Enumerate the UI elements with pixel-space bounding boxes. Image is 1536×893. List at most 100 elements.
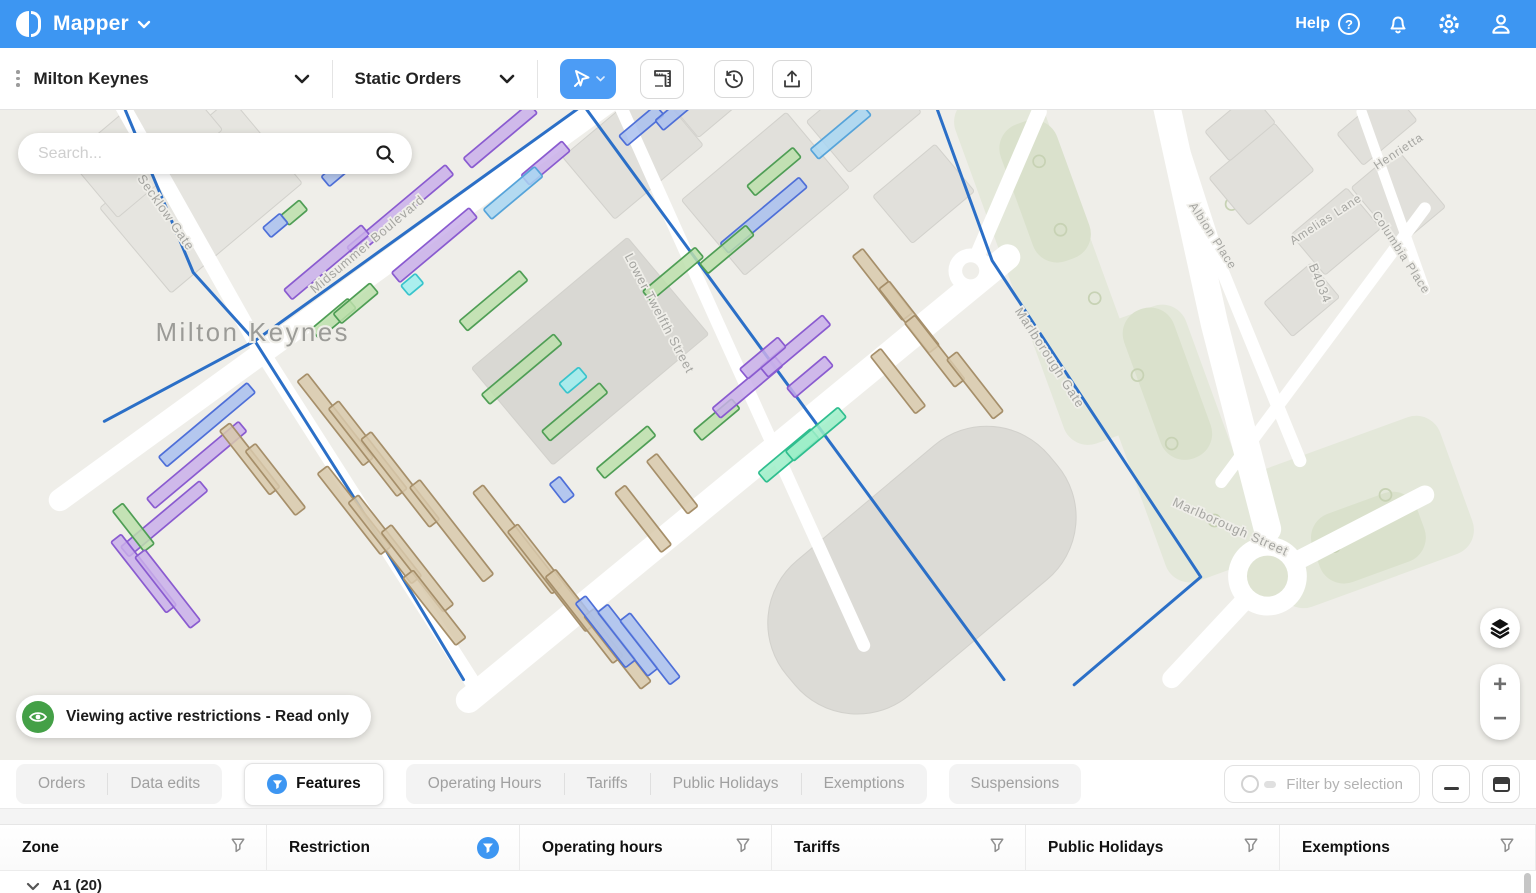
column-header-exemptions[interactable]: Exemptions <box>1280 825 1536 870</box>
restriction-bay <box>596 426 655 479</box>
cursor-icon <box>571 68 593 90</box>
tab-exemptions[interactable]: Exemptions <box>802 764 927 804</box>
select-cursor-tool-button[interactable] <box>560 59 616 99</box>
map-zoom-control: + − <box>1480 664 1520 740</box>
column-label: Public Holidays <box>1048 839 1163 857</box>
region-dropdown[interactable]: Milton Keynes <box>34 69 310 89</box>
export-tool-button[interactable] <box>772 60 812 98</box>
kebab-menu-icon[interactable] <box>16 70 20 87</box>
history-tool-button[interactable] <box>714 60 754 98</box>
zoom-in-button[interactable]: + <box>1493 673 1507 697</box>
column-label: Exemptions <box>1302 839 1390 857</box>
help-question-icon: ? <box>1338 13 1360 35</box>
map-roundabout-island <box>1247 556 1288 597</box>
user-icon[interactable] <box>1488 11 1514 37</box>
tab-label: Tariffs <box>587 775 628 793</box>
filter-funnel-icon[interactable] <box>989 837 1005 858</box>
restriction-bay <box>245 444 305 516</box>
column-label: Zone <box>22 839 59 857</box>
map-toolbar: Milton Keynes Static Orders <box>0 48 1536 110</box>
tool-chevron-down-icon <box>596 76 605 82</box>
funnel-icon <box>267 774 287 794</box>
zone-cell: A1 (20) <box>52 877 102 893</box>
filter-funnel-icon[interactable] <box>230 837 246 858</box>
panel-layout-icon <box>1493 777 1510 792</box>
read-only-status-badge: Viewing active restrictions - Read only <box>16 695 371 738</box>
filter-funnel-icon-active[interactable] <box>477 837 499 859</box>
city-label: Milton Keynes <box>156 319 350 347</box>
column-label: Restriction <box>289 839 370 857</box>
tab-label: Exemptions <box>824 775 905 793</box>
tab-tariffs[interactable]: Tariffs <box>565 764 650 804</box>
tab-data-edits[interactable]: Data edits <box>108 764 222 804</box>
column-header-zone[interactable]: Zone <box>0 825 267 870</box>
bell-icon[interactable] <box>1386 12 1410 36</box>
filter-funnel-icon[interactable] <box>735 837 751 858</box>
column-label: Tariffs <box>794 839 840 857</box>
order-type-chevron-down-icon <box>499 74 515 84</box>
column-label: Operating hours <box>542 839 663 857</box>
help-button[interactable]: Help ? <box>1295 13 1360 35</box>
zoom-out-button[interactable]: − <box>1493 707 1507 731</box>
map-building <box>873 144 975 243</box>
order-type-dropdown[interactable]: Static Orders <box>355 69 515 89</box>
tab-label: Data edits <box>130 775 200 793</box>
top-app-bar: Mapper Help ? <box>0 0 1536 48</box>
tab-label: Public Holidays <box>673 775 779 793</box>
map-roundabout-island <box>962 262 979 279</box>
tab-group: Operating Hours Tariffs Public Holidays Exe… <box>406 764 927 804</box>
tab-label: Features <box>296 775 361 793</box>
filter-by-selection-toggle[interactable]: Filter by selection <box>1224 765 1420 803</box>
restriction-bay <box>647 454 698 514</box>
column-header-tariffs[interactable]: Tariffs <box>772 825 1026 870</box>
mapper-logo-icon[interactable] <box>16 11 43 37</box>
column-header-operating-hours[interactable]: Operating hours <box>520 825 772 870</box>
active-tab-wrap: Features <box>244 763 384 806</box>
tab-suspensions[interactable]: Suspensions <box>949 764 1082 804</box>
expand-panel-button[interactable] <box>1482 765 1520 803</box>
tab-group: Orders Data edits <box>16 764 222 804</box>
restriction-bay <box>549 476 574 503</box>
restriction-bay <box>135 550 200 629</box>
filter-funnel-icon[interactable] <box>1499 837 1515 858</box>
toggle-track <box>1264 781 1276 788</box>
history-clock-icon <box>723 68 745 90</box>
column-header-restriction[interactable]: Restriction <box>267 825 520 870</box>
region-dropdown-label: Milton Keynes <box>34 69 149 89</box>
help-label: Help <box>1295 15 1330 33</box>
minimize-panel-button[interactable] <box>1432 765 1470 803</box>
gear-icon[interactable] <box>1436 11 1462 37</box>
layers-icon <box>1488 616 1512 640</box>
map-canvas: Milton KeynesSecklow GateMidsummer Boule… <box>0 110 1536 760</box>
export-upload-icon <box>781 68 803 90</box>
tab-features[interactable]: Features <box>244 763 384 806</box>
filter-toggle-label: Filter by selection <box>1286 776 1403 793</box>
row-expander-chevron-icon[interactable] <box>26 882 40 891</box>
tab-label: Suspensions <box>971 775 1060 793</box>
tab-public-holidays[interactable]: Public Holidays <box>651 764 801 804</box>
brand-chevron-down-icon[interactable] <box>137 20 151 29</box>
restriction-bay <box>459 271 528 331</box>
panel-tab-bar: Orders Data edits Features Operating Hours T… <box>0 760 1536 808</box>
tab-label: Operating Hours <box>428 775 542 793</box>
toggle-knob <box>1241 775 1259 793</box>
eye-icon <box>22 701 54 733</box>
map-layers-button[interactable] <box>1480 608 1520 648</box>
ruler-icon <box>650 67 674 91</box>
tab-orders[interactable]: Orders <box>16 764 107 804</box>
table-row[interactable]: A1 (20) <box>0 871 1536 893</box>
map-search-bar[interactable] <box>18 133 412 174</box>
search-icon[interactable] <box>374 143 396 165</box>
tab-operating-hours[interactable]: Operating Hours <box>406 764 564 804</box>
measure-ruler-tool-button[interactable] <box>640 59 684 99</box>
table-scrollbar-thumb[interactable] <box>1524 873 1531 893</box>
order-type-dropdown-label: Static Orders <box>355 69 462 89</box>
map[interactable]: Milton KeynesSecklow GateMidsummer Boule… <box>0 110 1536 760</box>
table-header-row: Zone Restriction Operating hours Tariffs Pub… <box>0 824 1536 871</box>
minimize-icon <box>1444 787 1459 790</box>
search-input[interactable] <box>38 145 374 163</box>
region-chevron-down-icon <box>294 74 310 84</box>
app-title: Mapper <box>53 12 129 36</box>
filter-funnel-icon[interactable] <box>1243 837 1259 858</box>
column-header-public-holidays[interactable]: Public Holidays <box>1026 825 1280 870</box>
